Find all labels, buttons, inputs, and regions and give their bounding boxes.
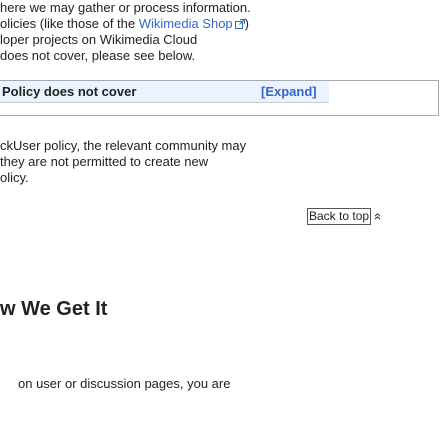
back-to-top-label[interactable]: Back to top xyxy=(307,208,372,225)
footer-line-1: on user or discussion pages, you are xyxy=(18,376,231,391)
intro-line-2-close: ) xyxy=(244,16,250,31)
body-line-3: olicy. xyxy=(0,170,29,185)
intro-line-4: does not cover, please see below. xyxy=(0,48,196,63)
wikimedia-shop-link[interactable]: Wikimedia Shop xyxy=(139,16,233,31)
double-chevron-up-icon: » xyxy=(369,212,385,221)
intro-line-2: olicies (like those of the Wikimedia Sho… xyxy=(0,16,251,32)
collapsible-header: Policy does not cover [Expand] xyxy=(0,81,329,103)
collapsible-title: Policy does not cover xyxy=(2,84,137,99)
body-paragraph: ckUser policy, the relevant community ma… xyxy=(0,138,246,186)
footer-paragraph: on user or discussion pages, you are xyxy=(18,376,230,392)
body-line-2: they are not permitted to create new xyxy=(0,154,209,169)
intro-line-2-text: olicies (like those of the xyxy=(0,16,139,31)
external-link-icon xyxy=(234,19,245,29)
body-line-1: ckUser policy, the relevant community ma… xyxy=(0,138,247,153)
intro-line-3: loper projects on Wikimedia Cloud xyxy=(0,32,198,47)
collapsible-box: Policy does not cover [Expand] xyxy=(0,80,439,116)
section-heading: w We Get It xyxy=(0,298,108,320)
back-to-top-button[interactable]: Back to top » xyxy=(307,208,384,225)
expand-toggle[interactable]: [Expand] xyxy=(261,84,317,99)
intro-paragraph: here we may gather or process informatio… xyxy=(0,0,251,64)
intro-line-1: here we may gather or process informatio… xyxy=(0,0,251,15)
